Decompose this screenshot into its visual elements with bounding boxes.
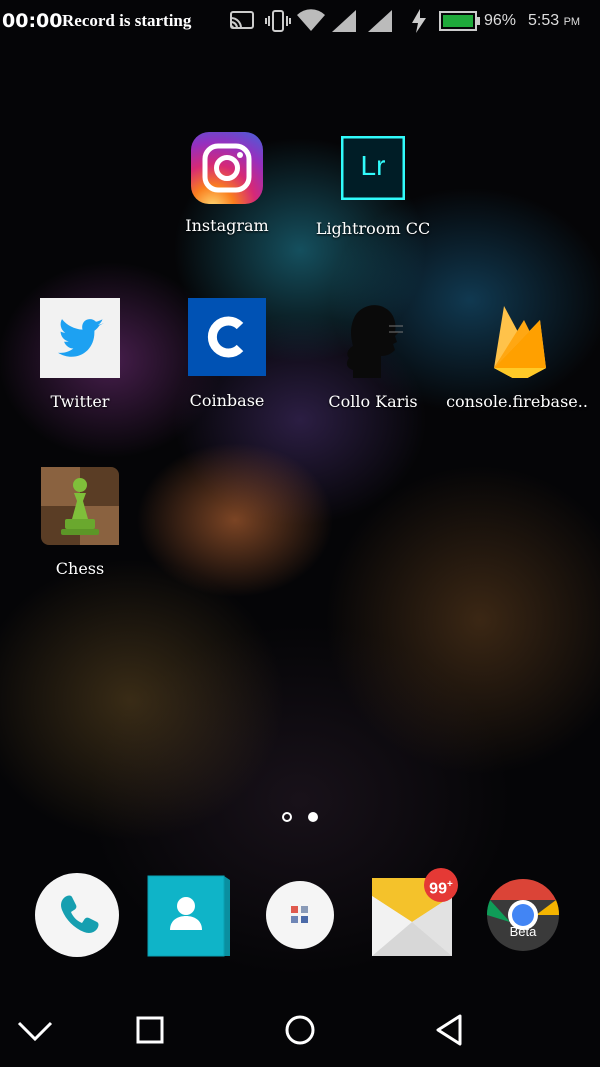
record-timer: 00:00 [2,10,63,32]
signal-sim1-icon [332,10,356,32]
page-dot-1[interactable] [282,812,292,822]
chrome-beta-label: Beta [509,924,537,939]
page-dot-2-active[interactable] [308,812,318,822]
nav-home-button[interactable] [270,1005,330,1055]
status-bar: 00:00 Record is starting 96% 5:53 PM [0,0,600,42]
app-chess[interactable]: Chess [10,467,150,578]
app-label: Instagram [185,216,269,235]
clock: 5:53 PM [528,12,580,30]
nav-recents-button[interactable] [120,1005,180,1055]
contact-shortcut-icon [333,298,413,378]
dock-chrome-beta[interactable]: Beta [478,870,568,960]
status-icons [220,8,426,34]
app-instagram[interactable]: Instagram [157,132,297,235]
chevron-down-icon [17,1021,53,1042]
chess-icon [41,467,119,545]
email-unread-badge: 99+ [424,868,458,902]
app-label: Lightroom CC [315,219,431,238]
app-label: Coinbase [189,391,265,410]
app-firebase-console[interactable]: console.firebase.. [446,298,590,411]
charging-bolt-icon [412,9,426,33]
chrome-beta-icon [486,878,560,951]
page-indicator [0,812,600,824]
circle-icon [285,1015,315,1045]
clock-time: 5:53 [528,12,560,29]
record-status-text: Record is starting [62,11,192,30]
app-coinbase[interactable]: Coinbase [157,298,297,410]
nav-hide-button[interactable] [5,1005,65,1055]
vibrate-icon [265,10,291,32]
signal-sim2-icon [368,10,392,32]
app-label: Twitter [50,392,110,411]
triangle-back-icon [436,1014,462,1046]
app-label: Chess [55,559,105,578]
app-label: console.firebase.. [446,392,588,411]
twitter-icon [40,298,120,378]
nav-back-button[interactable] [420,1005,480,1055]
contacts-icon [147,875,230,957]
app-label: Collo Karis [328,392,418,411]
dock: 99+ Beta [0,868,600,970]
navigation-bar [0,990,600,1067]
wifi-icon [297,9,325,32]
lightroom-logo-text: Lr [360,150,386,181]
instagram-icon [191,132,263,204]
app-twitter[interactable]: Twitter [10,298,150,411]
dock-phone[interactable] [32,870,122,960]
battery-icon [439,11,480,31]
phone-icon [35,873,119,957]
firebase-icon [480,298,560,382]
cast-icon [230,11,254,29]
home-screen: 00:00 Record is starting 96% 5:53 PM Ins… [0,0,600,1067]
dock-app-drawer[interactable] [255,870,345,960]
app-collo-karis[interactable]: Collo Karis [303,298,443,411]
dock-contacts[interactable] [146,870,236,960]
lightroom-icon: Lr [340,135,406,201]
battery-percent: 96% [484,12,517,29]
dock-email[interactable]: 99+ [368,868,458,960]
square-icon [136,1016,164,1044]
app-lightroom[interactable]: Lr Lightroom CC [303,135,443,238]
clock-suffix: PM [563,16,581,28]
coinbase-icon [188,298,266,376]
app-drawer-icon [266,881,334,949]
